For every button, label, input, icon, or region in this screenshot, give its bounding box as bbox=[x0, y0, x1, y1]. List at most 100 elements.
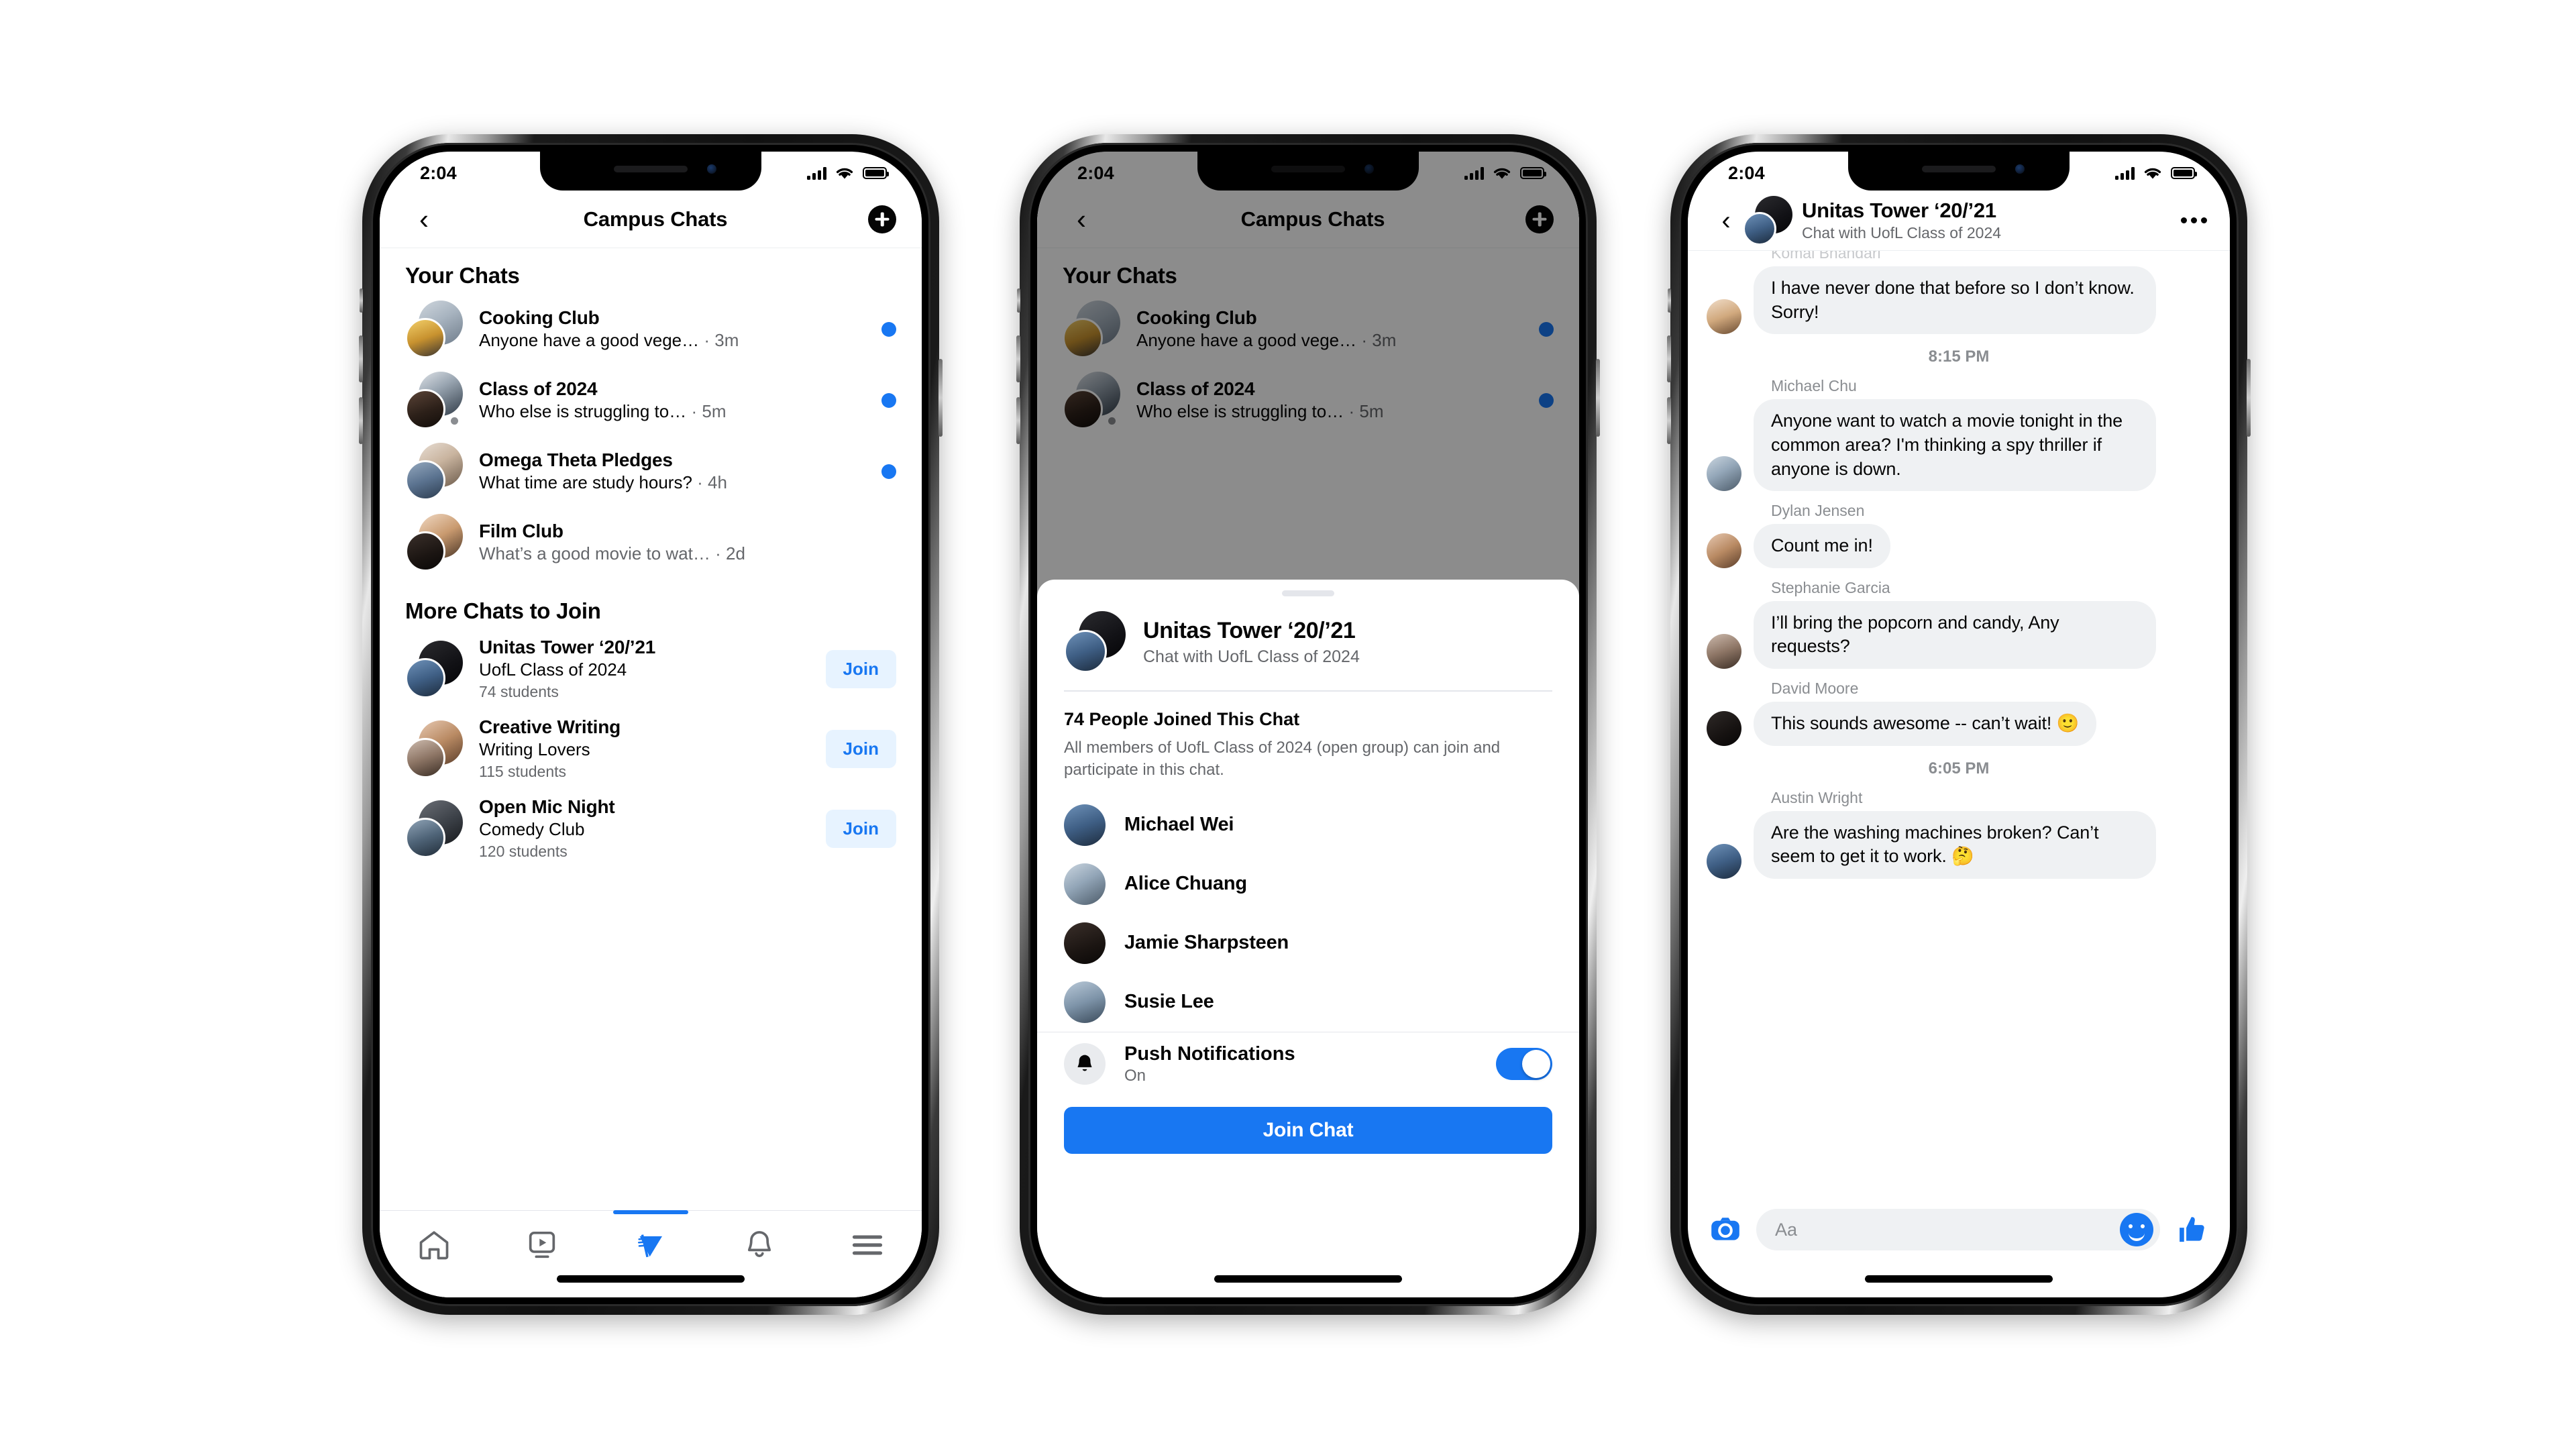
home-indicator[interactable] bbox=[1214, 1275, 1402, 1283]
phone-1-nav-bar: ‹ Campus Chats bbox=[380, 191, 922, 248]
avatar[interactable] bbox=[1707, 710, 1741, 746]
join-button[interactable]: Join bbox=[825, 730, 896, 768]
camera-icon[interactable] bbox=[1709, 1214, 1741, 1246]
message-thread[interactable]: Komal Bhandari I have never done that be… bbox=[1688, 251, 2230, 1203]
add-chat-button[interactable] bbox=[868, 205, 896, 233]
menu-hamburger-icon bbox=[853, 1235, 883, 1255]
page-title: Campus Chats bbox=[583, 207, 728, 231]
avatar[interactable] bbox=[1707, 533, 1741, 568]
volume-down-button[interactable] bbox=[1016, 397, 1020, 444]
volume-down-button[interactable] bbox=[1667, 397, 1671, 444]
tab-campus[interactable] bbox=[596, 1224, 705, 1266]
message-composer: Aa bbox=[1688, 1203, 2230, 1256]
notifications-bell-icon bbox=[1077, 1055, 1092, 1071]
member-name: Alice Chuang bbox=[1124, 873, 1247, 895]
message-input-placeholder: Aa bbox=[1775, 1219, 1798, 1240]
smiley-icon[interactable] bbox=[2120, 1213, 2153, 1246]
thumbs-up-icon[interactable] bbox=[2175, 1213, 2208, 1246]
mute-switch[interactable] bbox=[1017, 288, 1020, 313]
volume-up-button[interactable] bbox=[1016, 335, 1020, 382]
chat-list-item[interactable]: Film Club What’s a good movie to wat… · … bbox=[380, 507, 922, 578]
sheet-title: Unitas Tower ‘20/’21 bbox=[1143, 617, 1356, 643]
chat-name: Class of 2024 bbox=[479, 378, 598, 400]
unread-badge bbox=[881, 464, 896, 479]
chat-list-item[interactable]: Class of 2024 Who else is struggling to…… bbox=[380, 365, 922, 436]
member-count: 120 students bbox=[479, 842, 568, 860]
chat-list-item[interactable]: Omega Theta Pledges What time are study … bbox=[380, 436, 922, 507]
avatar bbox=[1064, 922, 1106, 964]
more-options-button[interactable] bbox=[2171, 217, 2207, 223]
tab-home[interactable] bbox=[380, 1224, 488, 1266]
mute-switch[interactable] bbox=[360, 288, 363, 313]
avatar[interactable] bbox=[1707, 843, 1741, 879]
avatar bbox=[405, 657, 445, 698]
wifi-icon bbox=[836, 168, 853, 178]
bell-icon-wrapper bbox=[1064, 1043, 1106, 1085]
presence-dot bbox=[449, 415, 460, 427]
join-chat-button[interactable]: Join Chat bbox=[1064, 1106, 1552, 1154]
joined-description: All members of UofL Class of 2024 (open … bbox=[1064, 738, 1501, 779]
chat-time: · 3m bbox=[704, 330, 739, 351]
message-bubble[interactable]: I’ll bring the popcorn and candy, Any re… bbox=[1754, 600, 2156, 669]
back-button[interactable]: ‹ bbox=[1711, 207, 1741, 234]
avatar-pair[interactable] bbox=[1743, 195, 1792, 246]
message-row: Count me in! bbox=[1707, 524, 2211, 568]
join-button[interactable]: Join bbox=[825, 810, 896, 848]
volume-up-button[interactable] bbox=[359, 335, 363, 382]
member-name: Jamie Sharpsteen bbox=[1124, 932, 1289, 954]
message-input[interactable]: Aa bbox=[1756, 1209, 2160, 1250]
member-list-item[interactable]: Michael Wei bbox=[1037, 796, 1579, 855]
chat-name: Unitas Tower ‘20/’21 bbox=[479, 637, 656, 657]
member-list-item[interactable]: Alice Chuang bbox=[1037, 855, 1579, 914]
power-button[interactable] bbox=[938, 359, 943, 437]
avatar-pair bbox=[1064, 611, 1126, 673]
suggested-chat-item[interactable]: Unitas Tower ‘20/’21 UofL Class of 2024 … bbox=[380, 629, 922, 709]
phone-1-bezel: 2:04 ‹ Campus Chats Your Chats Cooking C… bbox=[371, 143, 930, 1306]
earpiece-speaker bbox=[1922, 166, 1996, 172]
phone-3-conversation: 2:04 ‹ Unitas Tower ‘20/’21 Chat with Uo… bbox=[1667, 134, 2251, 1315]
message-sender: Michael Chu bbox=[1771, 377, 1857, 395]
member-name: Susie Lee bbox=[1124, 991, 1214, 1013]
tab-menu[interactable] bbox=[813, 1224, 922, 1266]
member-list-item[interactable]: Susie Lee bbox=[1037, 973, 1579, 1032]
push-state: On bbox=[1124, 1066, 1146, 1085]
avatar[interactable] bbox=[1707, 299, 1741, 335]
avatar-pair bbox=[405, 800, 463, 858]
earpiece-speaker bbox=[614, 166, 688, 172]
avatar bbox=[1064, 863, 1106, 905]
timestamp-divider: 6:05 PM bbox=[1928, 759, 1990, 777]
sheet-drag-handle[interactable] bbox=[1282, 590, 1334, 596]
message-bubble[interactable]: This sounds awesome -- can’t wait! 🙂 bbox=[1754, 702, 2097, 746]
volume-up-button[interactable] bbox=[1667, 335, 1671, 382]
tab-notifications[interactable] bbox=[705, 1224, 814, 1266]
phone-1-chat-list: 2:04 ‹ Campus Chats Your Chats Cooking C… bbox=[359, 134, 943, 1315]
message-bubble[interactable]: I have never done that before so I don’t… bbox=[1754, 266, 2156, 335]
campus-icon bbox=[637, 1234, 663, 1258]
power-button[interactable] bbox=[2247, 359, 2251, 437]
avatar[interactable] bbox=[1707, 456, 1741, 492]
message-row: This sounds awesome -- can’t wait! 🙂 bbox=[1707, 702, 2211, 746]
back-button[interactable]: ‹ bbox=[405, 205, 443, 233]
suggested-chat-item[interactable]: Creative Writing Writing Lovers 115 stud… bbox=[380, 709, 922, 789]
phone-2-bezel: 2:04 ‹ Campus Chats Your Chats Cooking C… bbox=[1028, 143, 1588, 1306]
push-toggle[interactable] bbox=[1496, 1048, 1552, 1081]
home-indicator[interactable] bbox=[557, 1275, 745, 1283]
avatar[interactable] bbox=[1707, 634, 1741, 669]
power-button[interactable] bbox=[1596, 359, 1600, 437]
mute-switch[interactable] bbox=[1668, 288, 1671, 313]
tab-watch[interactable] bbox=[488, 1224, 597, 1266]
home-icon bbox=[419, 1231, 449, 1260]
phone-1-screen: 2:04 ‹ Campus Chats Your Chats Cooking C… bbox=[380, 152, 922, 1297]
suggested-chat-item[interactable]: Open Mic Night Comedy Club 120 students … bbox=[380, 789, 922, 869]
member-list-item[interactable]: Jamie Sharpsteen bbox=[1037, 914, 1579, 973]
volume-down-button[interactable] bbox=[359, 397, 363, 444]
home-indicator[interactable] bbox=[1865, 1275, 2053, 1283]
message-bubble[interactable]: Count me in! bbox=[1754, 524, 1890, 568]
push-notifications-row[interactable]: Push Notifications On bbox=[1037, 1031, 1579, 1096]
message-bubble[interactable]: Are the washing machines broken? Can’t s… bbox=[1754, 810, 2156, 879]
screenshot-canvas: 2:04 ‹ Campus Chats Your Chats Cooking C… bbox=[0, 0, 2576, 1449]
avatar bbox=[405, 531, 445, 572]
message-bubble[interactable]: Anyone want to watch a movie tonight in … bbox=[1754, 399, 2156, 492]
join-button[interactable]: Join bbox=[825, 650, 896, 688]
chat-list-item[interactable]: Cooking Club Anyone have a good vege… · … bbox=[380, 294, 922, 365]
